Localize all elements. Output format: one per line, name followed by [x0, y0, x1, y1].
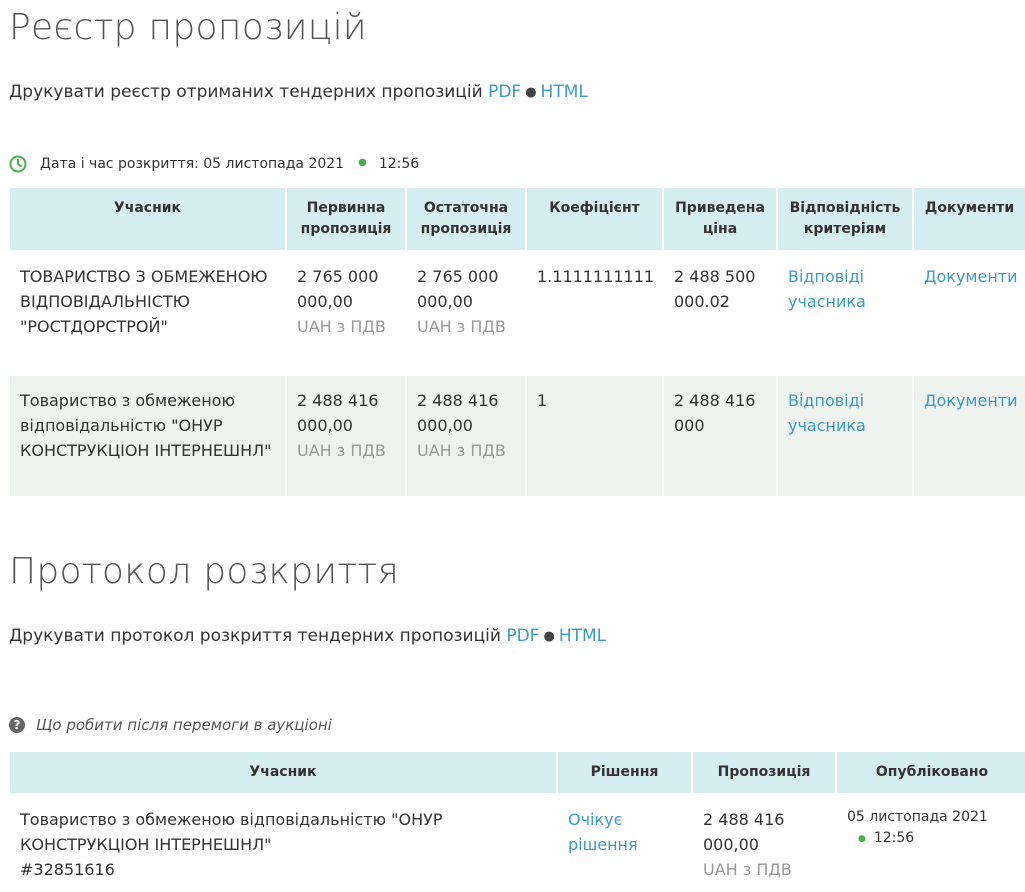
- table-row: ТОВАРИСТВО З ОБМЕЖЕНОЮ ВІДПОВІДАЛЬНІСТЮ …: [10, 252, 1025, 374]
- published-time: 12:56: [873, 830, 915, 846]
- after-win-help[interactable]: ? Що робити після перемоги в аукціоні: [9, 716, 332, 734]
- currency-label: UAH з ПДВ: [297, 317, 386, 336]
- final-offer: 2 488 416 000,00 UAH з ПДВ: [407, 376, 525, 496]
- coefficient: 1: [527, 376, 662, 496]
- opening-datetime: Дата і час розкриття: 05 листопада 2021 …: [9, 154, 419, 174]
- participant-name: Товариство з обмеженою відповідальністю …: [10, 376, 285, 496]
- published-date: 05 листопада 2021: [847, 809, 988, 825]
- registry-html-link[interactable]: HTML: [541, 82, 588, 102]
- initial-offer: 2 765 000 000,00 UAH з ПДВ: [287, 252, 405, 374]
- currency-label: UAH з ПДВ: [417, 317, 506, 336]
- reduced-price: 2 488 500 000.02: [674, 267, 756, 311]
- documents-cell: Документи: [914, 376, 1025, 496]
- time-dot: ●: [358, 157, 367, 168]
- question-circle-icon: ?: [9, 717, 25, 733]
- participant-name: ТОВАРИСТВО З ОБМЕЖЕНОЮ ВІДПОВІДАЛЬНІСТЮ …: [20, 267, 268, 336]
- table-row: Товариство з обмеженою відповідальністю …: [10, 376, 1025, 496]
- col-final-offer: Остаточна пропозиція: [407, 188, 525, 250]
- col-offer: Пропозиція: [693, 752, 835, 793]
- protocol-pdf-link[interactable]: PDF: [506, 626, 539, 646]
- table-row: Товариство з обмеженою відповідальністю …: [10, 795, 1025, 890]
- col-documents: Документи: [914, 188, 1025, 250]
- compliance-cell: Відповіді учасника: [778, 376, 912, 496]
- registry-pdf-link[interactable]: PDF: [488, 82, 521, 102]
- initial-amount: 2 765 000 000,00: [297, 267, 379, 311]
- registry-title: Реєстр пропозицій: [9, 7, 367, 48]
- coefficient: 1.1111111111: [537, 267, 655, 286]
- decision-status-link[interactable]: Очікує рішення: [568, 810, 638, 854]
- col-initial-offer: Первинна пропозиція: [287, 188, 405, 250]
- opening-label: Дата і час розкриття: 05 листопада 2021: [40, 156, 345, 172]
- clock-icon: [9, 155, 27, 173]
- decision-cell: Очікує рішення: [558, 795, 691, 890]
- col-reduced-price: Приведена ціна: [664, 188, 776, 250]
- published-cell: 05 листопада 2021 ● 12:56: [837, 795, 1025, 890]
- compliance-cell: Відповіді учасника: [778, 252, 912, 374]
- final-amount: 2 765 000 000,00: [417, 267, 499, 311]
- col-participant: Учасник: [10, 188, 285, 250]
- separator-dot: ●: [525, 85, 537, 100]
- protocol-table: Учасник Рішення Пропозиція Опубліковано …: [8, 750, 1025, 892]
- participant-cell: Товариство з обмеженою відповідальністю …: [10, 795, 556, 890]
- help-text[interactable]: Що робити після перемоги в аукціоні: [36, 716, 332, 734]
- initial-amount: 2 488 416 000,00: [297, 391, 379, 435]
- documents-cell: Документи: [914, 252, 1025, 374]
- final-offer: 2 765 000 000,00 UAH з ПДВ: [407, 252, 525, 374]
- col-coefficient: Коефіцієнт: [527, 188, 662, 250]
- initial-offer: 2 488 416 000,00 UAH з ПДВ: [287, 376, 405, 496]
- registry-print-text: Друкувати реєстр отриманих тендерних про…: [9, 82, 483, 102]
- documents-link[interactable]: Документи: [924, 267, 1018, 286]
- documents-link[interactable]: Документи: [924, 391, 1018, 410]
- participant-name: Товариство з обмеженою відповідальністю …: [20, 810, 443, 854]
- separator-dot: ●: [543, 629, 555, 644]
- currency-label: UAH з ПДВ: [703, 860, 792, 879]
- participant-answers-link[interactable]: Відповіді учасника: [788, 391, 866, 435]
- offer-cell: 2 488 416 000,00 UAH з ПДВ: [693, 795, 835, 890]
- final-amount: 2 488 416 000,00: [417, 391, 499, 435]
- time-dot: ●: [858, 834, 866, 844]
- protocol-html-link[interactable]: HTML: [559, 626, 606, 646]
- protocol-title: Протокол розкриття: [9, 551, 400, 592]
- page: Реєстр пропозицій Друкувати реєстр отрим…: [0, 0, 1025, 884]
- offer-amount: 2 488 416 000,00: [703, 810, 785, 854]
- reduced-price: 2 488 416 000: [664, 376, 776, 496]
- col-compliance: Відповідність критеріям: [778, 188, 912, 250]
- registry-print-line: Друкувати реєстр отриманих тендерних про…: [9, 80, 588, 106]
- protocol-print-text: Друкувати протокол розкриття тендерних п…: [9, 626, 501, 646]
- protocol-print-line: Друкувати протокол розкриття тендерних п…: [9, 624, 606, 650]
- col-participant: Учасник: [10, 752, 556, 793]
- col-published: Опубліковано: [837, 752, 1025, 793]
- currency-label: UAH з ПДВ: [417, 441, 506, 460]
- opening-time: 12:56: [378, 156, 420, 172]
- protocol-header-row: Учасник Рішення Пропозиція Опубліковано: [10, 752, 1025, 793]
- participant-answers-link[interactable]: Відповіді учасника: [788, 267, 866, 311]
- participant-id: #32851616: [20, 860, 115, 879]
- col-decision: Рішення: [558, 752, 691, 793]
- currency-label: UAH з ПДВ: [297, 441, 386, 460]
- registry-table: Учасник Первинна пропозиція Остаточна пр…: [8, 186, 1025, 498]
- registry-header-row: Учасник Первинна пропозиція Остаточна пр…: [10, 188, 1025, 250]
